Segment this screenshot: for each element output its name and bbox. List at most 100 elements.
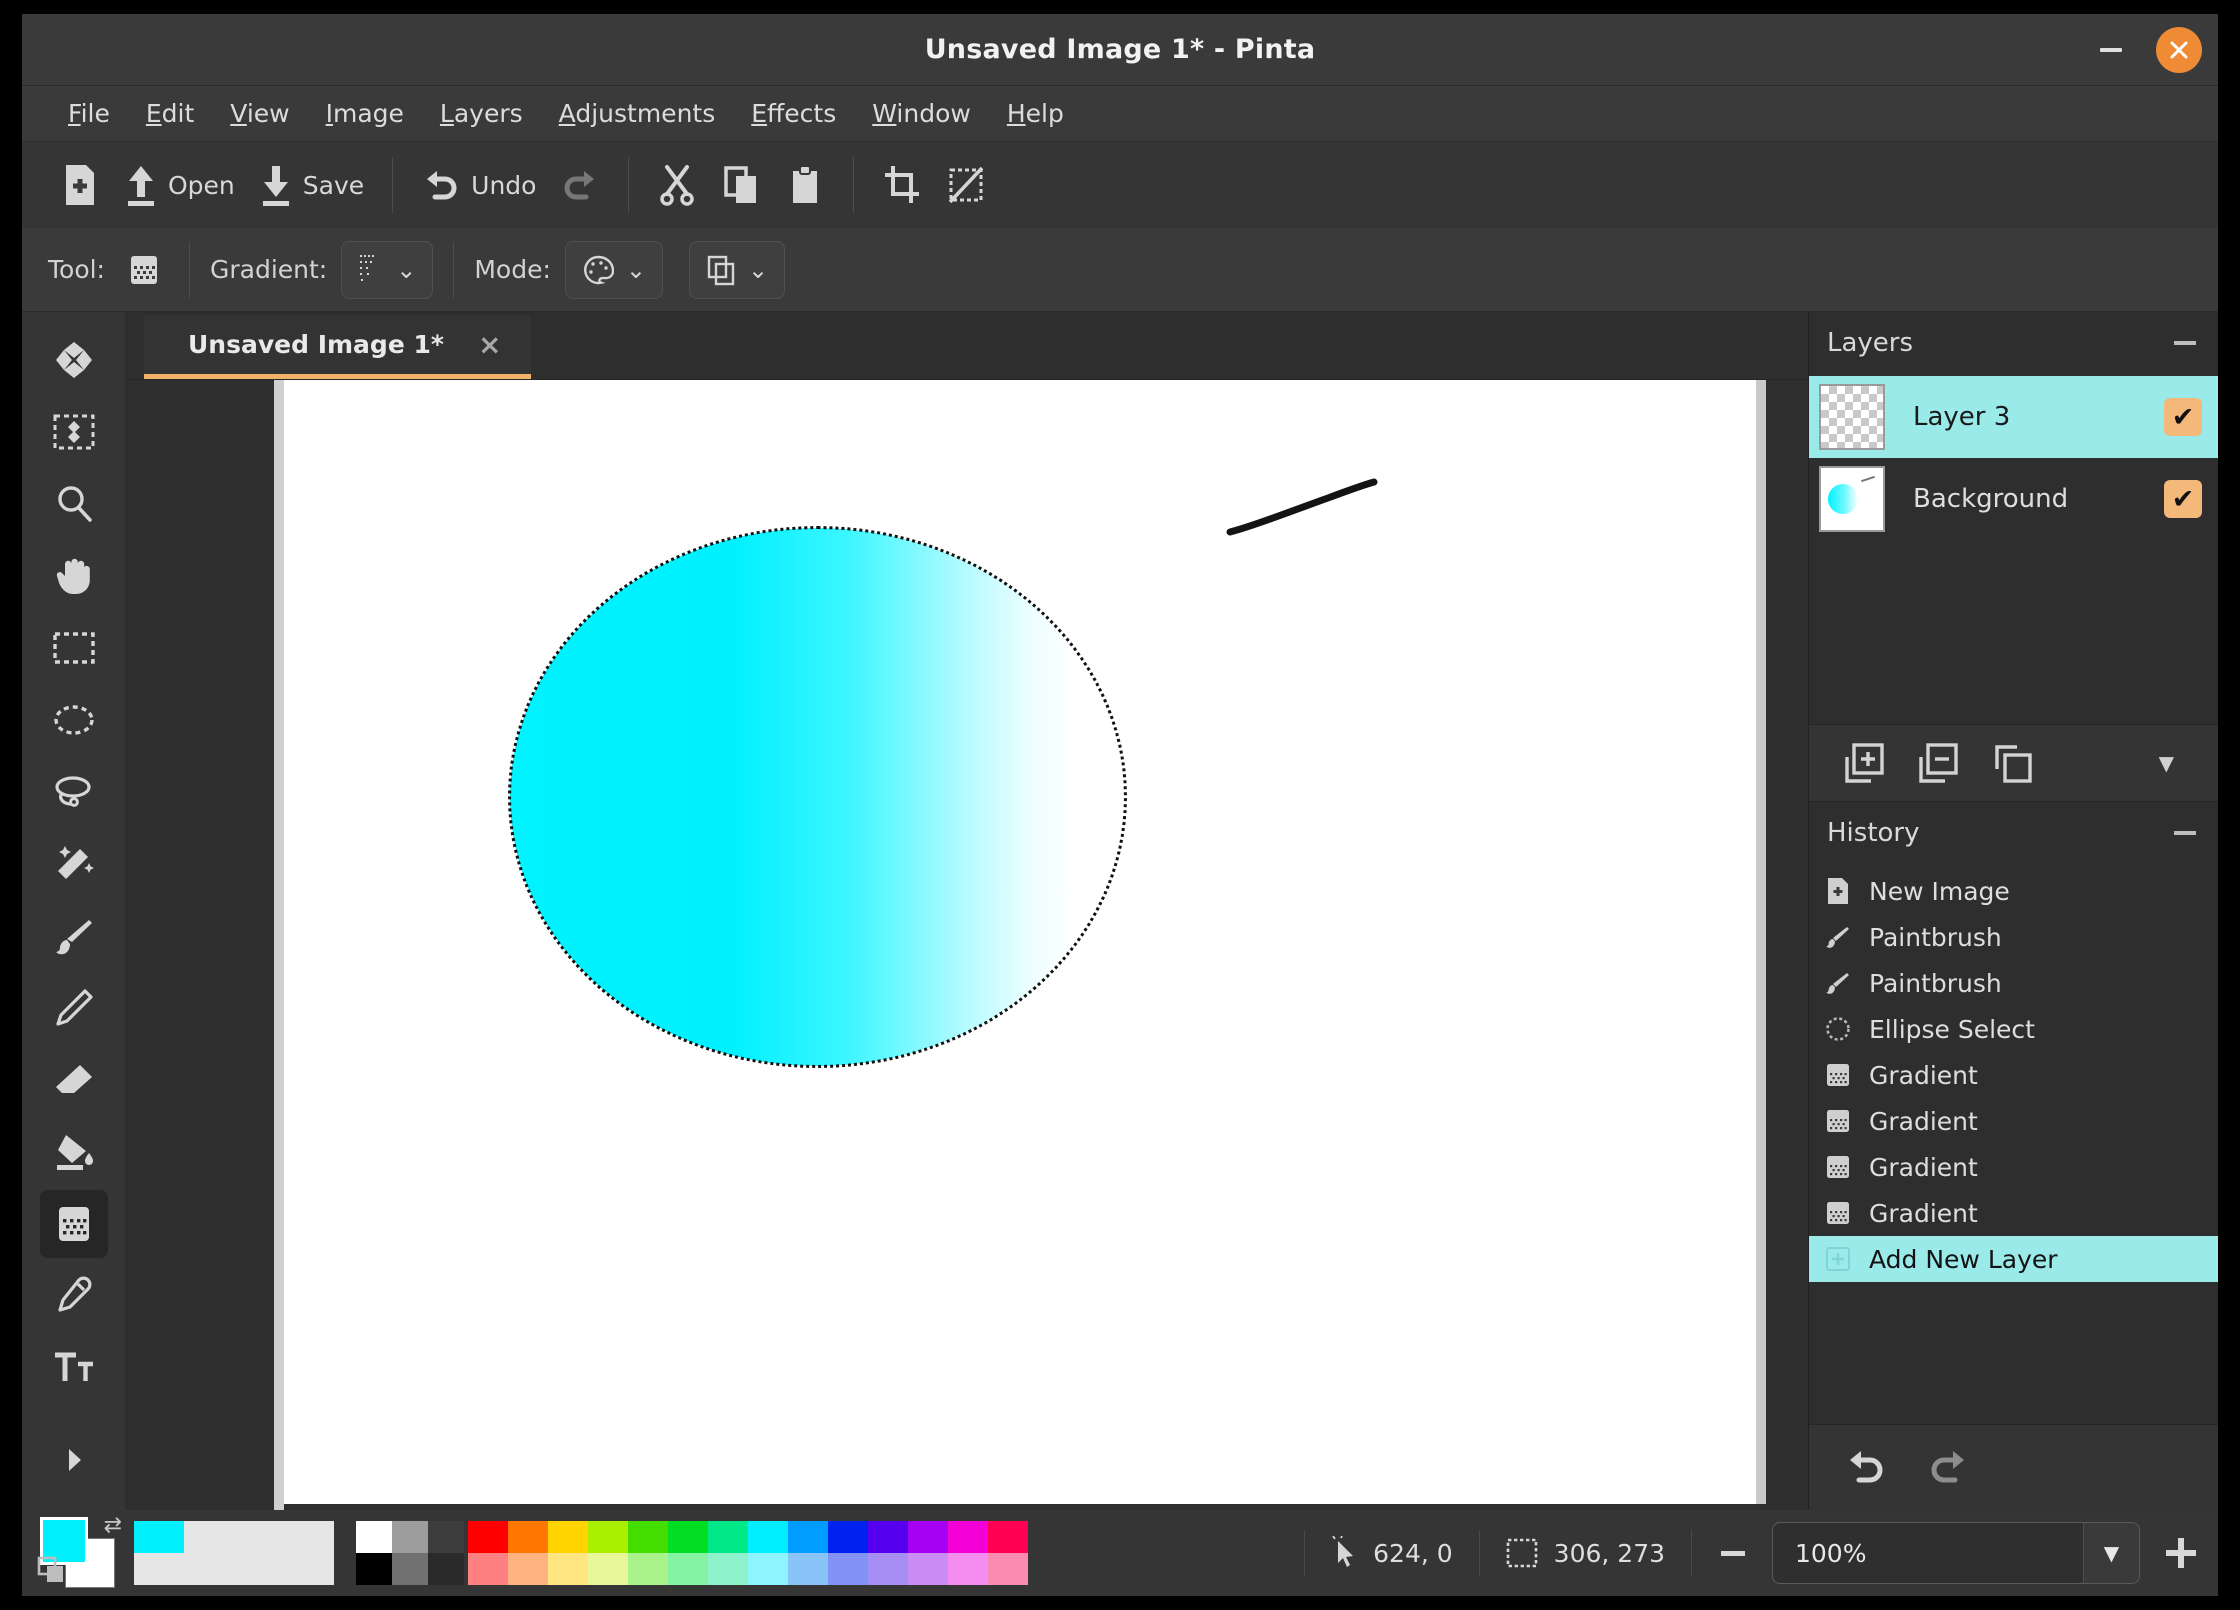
history-item[interactable]: Gradient (1809, 1190, 2218, 1236)
add-layer-button[interactable] (1843, 741, 1887, 785)
palette-swatch[interactable] (748, 1553, 788, 1585)
paste-button[interactable] (773, 153, 837, 217)
canvas-viewport[interactable] (126, 380, 1808, 1510)
palette-swatch[interactable] (548, 1553, 588, 1585)
palette-swatch[interactable] (428, 1553, 464, 1585)
menu-effects[interactable]: Effects (733, 93, 854, 134)
palette-swatch[interactable] (868, 1553, 908, 1585)
undo-button[interactable]: Undo (409, 153, 548, 217)
palette-swatch[interactable] (508, 1521, 548, 1553)
history-item[interactable]: Gradient (1809, 1144, 2218, 1190)
palette-swatch[interactable] (548, 1521, 588, 1553)
layer-visibility-checkbox[interactable]: ✔ (2164, 480, 2202, 518)
history-redo-button[interactable] (1925, 1444, 1971, 1492)
canvas-vertical-scrollbar-right[interactable] (1756, 380, 1766, 1504)
layer-visibility-checkbox[interactable]: ✔ (2164, 398, 2202, 436)
document-tab[interactable]: Unsaved Image 1* × (144, 315, 532, 379)
palette-swatch[interactable] (468, 1521, 508, 1553)
pan-tool[interactable] (40, 542, 108, 610)
menu-edit[interactable]: Edit (128, 93, 212, 134)
palette-swatch[interactable] (392, 1553, 428, 1585)
palette-swatch[interactable] (988, 1521, 1028, 1553)
blend-mode-dropdown[interactable]: ⌄ (689, 240, 786, 299)
eraser-tool[interactable] (40, 1046, 108, 1114)
palette-swatch[interactable] (668, 1521, 708, 1553)
chevron-down-icon-zoom[interactable]: ▼ (2083, 1523, 2139, 1583)
history-item[interactable]: Gradient (1809, 1052, 2218, 1098)
menu-layers[interactable]: Layers (422, 93, 541, 134)
color-mode-dropdown[interactable]: ⌄ (564, 240, 663, 299)
history-item-selected[interactable]: Add New Layer (1809, 1236, 2218, 1282)
collapse-layers-icon[interactable] (2174, 341, 2196, 345)
open-button[interactable]: Open (112, 153, 247, 217)
palette-swatch[interactable] (828, 1521, 868, 1553)
crop-to-selection-button[interactable] (870, 153, 934, 217)
palette-swatch[interactable] (708, 1553, 748, 1585)
palette-swatch[interactable] (948, 1553, 988, 1585)
history-item[interactable]: New Image (1809, 868, 2218, 914)
recently-used-colors[interactable] (134, 1521, 334, 1585)
minimize-button[interactable] (2088, 27, 2134, 73)
duplicate-layer-button[interactable] (1991, 741, 2035, 785)
palette-swatch[interactable] (828, 1553, 868, 1585)
recent-color-swatch[interactable] (134, 1521, 184, 1553)
copy-button[interactable] (709, 153, 773, 217)
zoom-level-combobox[interactable]: 100% ▼ (1772, 1522, 2140, 1584)
history-item[interactable]: Ellipse Select (1809, 1006, 2218, 1052)
layer-menu-button[interactable]: ▼ (2159, 751, 2174, 775)
reset-colors-icon[interactable] (36, 1555, 70, 1593)
palette-swatch[interactable] (868, 1521, 908, 1553)
palette-swatch[interactable] (588, 1521, 628, 1553)
color-palette-widget[interactable]: ⇄ (36, 1513, 122, 1589)
swap-colors-icon[interactable]: ⇄ (104, 1513, 122, 1538)
cut-button[interactable] (645, 153, 709, 217)
zoom-in-button[interactable] (2162, 1534, 2200, 1572)
palette-swatch[interactable] (988, 1553, 1028, 1585)
menu-view[interactable]: View (212, 93, 307, 134)
palette-swatch[interactable] (428, 1521, 464, 1553)
move-selected-tool[interactable] (40, 326, 108, 394)
menu-window[interactable]: Window (854, 93, 989, 134)
palette-swatch[interactable] (392, 1521, 428, 1553)
canvas-sheet[interactable] (284, 380, 1756, 1504)
close-button[interactable] (2156, 26, 2202, 73)
palette-swatch[interactable] (628, 1521, 668, 1553)
pencil-tool[interactable] (40, 974, 108, 1042)
history-item[interactable]: Gradient (1809, 1098, 2218, 1144)
palette-swatch[interactable] (908, 1553, 948, 1585)
close-icon[interactable]: × (478, 330, 501, 359)
save-button[interactable]: Save (247, 153, 376, 217)
paint-bucket-tool[interactable] (40, 1118, 108, 1186)
layer-row-layer-3[interactable]: Layer 3 ✔ (1809, 376, 2218, 458)
palette-swatch[interactable] (748, 1521, 788, 1553)
lasso-select-tool[interactable] (40, 758, 108, 826)
palette-swatch[interactable] (468, 1553, 508, 1585)
new-image-button[interactable] (48, 153, 112, 217)
color-picker-tool[interactable] (40, 1262, 108, 1330)
move-selection-tool[interactable] (40, 398, 108, 466)
history-item[interactable]: Paintbrush (1809, 960, 2218, 1006)
menu-help[interactable]: Help (989, 93, 1082, 134)
text-tool[interactable] (40, 1334, 108, 1402)
deselect-all-button[interactable] (934, 153, 998, 217)
canvas-vertical-scrollbar-left[interactable] (274, 380, 284, 1510)
palette-swatch[interactable] (628, 1553, 668, 1585)
paintbrush-tool[interactable] (40, 902, 108, 970)
palette-swatch[interactable] (356, 1521, 392, 1553)
gradient-type-dropdown[interactable]: ⌄ (341, 240, 434, 299)
menu-image[interactable]: Image (308, 93, 422, 134)
zoom-out-button[interactable] (1716, 1536, 1750, 1570)
ellipse-select-tool[interactable] (40, 686, 108, 754)
history-item[interactable]: Paintbrush (1809, 914, 2218, 960)
palette-swatch[interactable] (708, 1521, 748, 1553)
palette-swatch[interactable] (788, 1553, 828, 1585)
palette-swatch[interactable] (908, 1521, 948, 1553)
more-tools-button[interactable] (40, 1426, 108, 1494)
palette-swatch[interactable] (788, 1521, 828, 1553)
zoom-tool[interactable] (40, 470, 108, 538)
redo-button[interactable] (548, 153, 612, 217)
layer-row-background[interactable]: Background ✔ (1809, 458, 2218, 540)
menu-adjustments[interactable]: Adjustments (541, 93, 734, 134)
gradient-tool[interactable] (39, 1190, 108, 1258)
rectangle-select-tool[interactable] (40, 614, 108, 682)
